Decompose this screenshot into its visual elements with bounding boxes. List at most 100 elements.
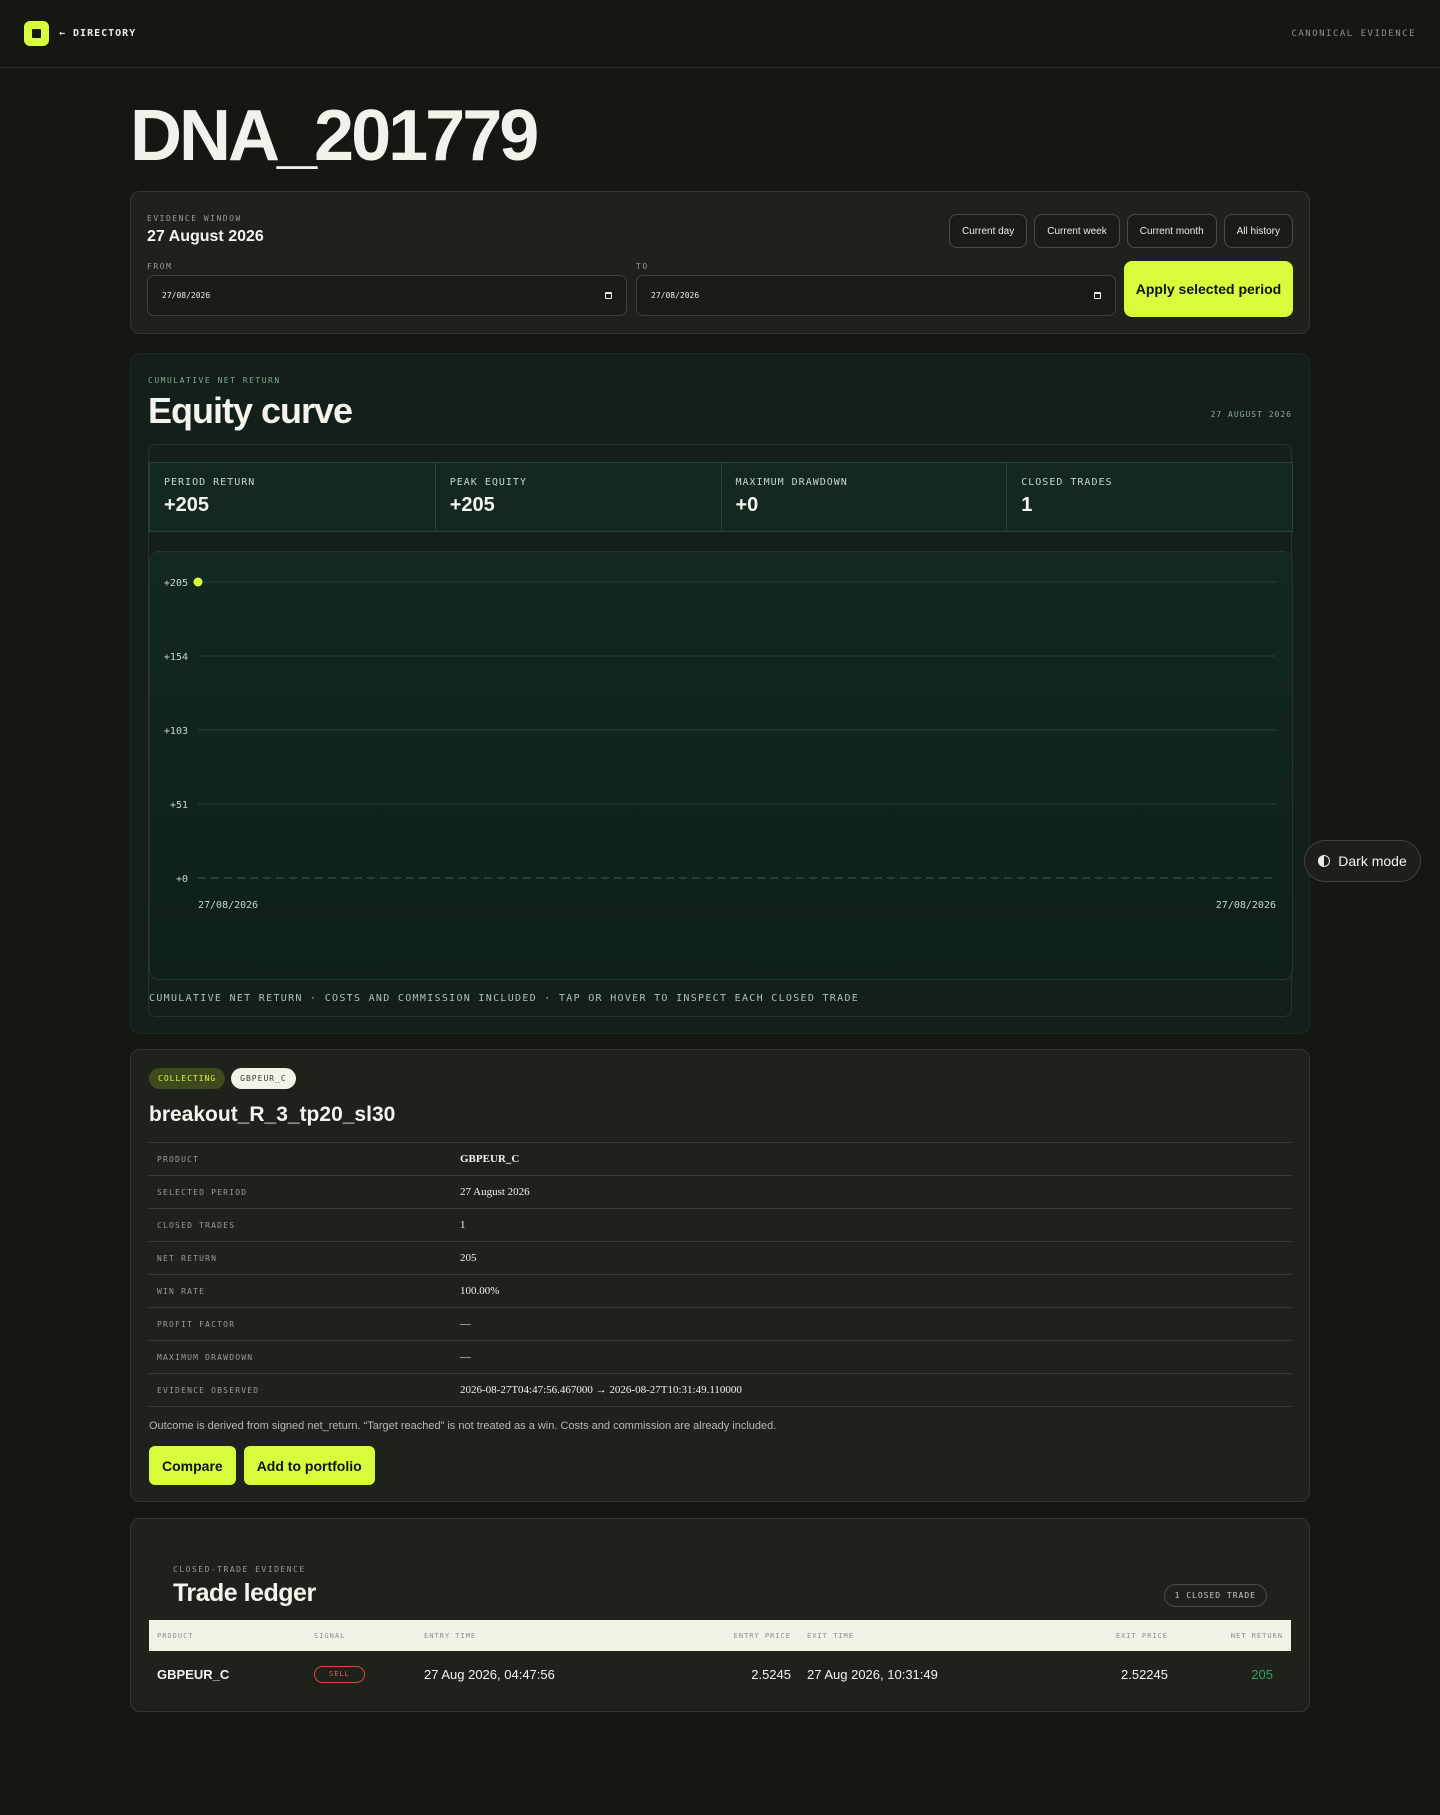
strategy-card: COLLECTING GBPEUR_C breakout_R_3_tp20_sl…: [130, 1049, 1310, 1502]
canonical-evidence-label: CANONICAL EVIDENCE: [1291, 28, 1416, 39]
compare-button[interactable]: Compare: [149, 1446, 236, 1485]
all-history-button[interactable]: All history: [1223, 214, 1293, 248]
stat-value: +205: [164, 494, 210, 516]
sell-badge: SELL: [314, 1665, 365, 1683]
logo-icon[interactable]: [24, 21, 49, 46]
detail-row-max-drawdown: MAXIMUM DRAWDOWN —: [149, 1341, 1291, 1374]
equity-date: 27 AUGUST 2026: [1210, 410, 1292, 419]
closed-trade-count-badge: 1 CLOSED TRADE: [1163, 1584, 1267, 1607]
detail-row-evidence-observed: EVIDENCE OBSERVED 2026-08-27T04:47:56.46…: [149, 1374, 1291, 1407]
header-entry-price: ENTRY PRICE: [733, 1631, 791, 1640]
stat-label: PEAK EQUITY: [449, 477, 527, 488]
trade-ledger-card: CLOSED-TRADE EVIDENCE Trade ledger 1 CLO…: [130, 1518, 1310, 1712]
detail-value: 100.00%: [460, 1285, 500, 1297]
to-date-value: 27/08/2026: [651, 291, 700, 300]
strategy-title: breakout_R_3_tp20_sl30: [149, 1103, 396, 1126]
evidence-window-date: 27 August 2026: [147, 228, 264, 245]
detail-key: PROFIT FACTOR: [157, 1319, 236, 1329]
stat-value: +205: [449, 494, 495, 516]
period-buttons: Current day Current week Current month A…: [949, 214, 1293, 248]
current-day-button[interactable]: Current day: [949, 214, 1028, 248]
header-net-return: NET RETURN: [1230, 1631, 1283, 1640]
header-exit-time: EXIT TIME: [807, 1631, 854, 1640]
detail-key: EVIDENCE OBSERVED: [157, 1385, 260, 1395]
ledger-title: Trade ledger: [173, 1579, 316, 1607]
ledger-kicker: CLOSED-TRADE EVIDENCE: [173, 1565, 306, 1574]
calendar-icon[interactable]: [605, 292, 612, 299]
equity-chart[interactable]: +205 +154 +103 +51 +0 27/08/2026 27/08/2026: [149, 551, 1293, 980]
to-label: TO: [636, 262, 649, 271]
table-row[interactable]: GBPEUR_C SELL 27 Aug 2026, 04:47:56 2.52…: [149, 1654, 1291, 1694]
equity-chart-svg[interactable]: +205 +154 +103 +51 +0 27/08/2026 27/08/2026: [150, 552, 1294, 981]
evidence-window-kicker: EVIDENCE WINDOW: [147, 214, 242, 223]
detail-value: 27 August 2026: [460, 1186, 530, 1198]
y-tick-label: +0: [176, 874, 188, 885]
detail-value: GBPEUR_C: [460, 1153, 520, 1165]
page-title: DNA_201779: [130, 96, 539, 176]
from-label: FROM: [147, 262, 173, 271]
equity-kicker: CUMULATIVE NET RETURN: [148, 376, 281, 385]
cell-exit-price: 2.52245: [1121, 1666, 1168, 1682]
brand: ← DIRECTORY: [24, 21, 136, 46]
detail-row-product: PRODUCT GBPEUR_C: [149, 1143, 1291, 1176]
y-tick-label: +51: [170, 800, 188, 811]
stat-closed-trades: CLOSED TRADES 1: [1007, 463, 1292, 531]
detail-row-win-rate: WIN RATE 100.00%: [149, 1275, 1291, 1308]
equity-point[interactable]: [193, 577, 203, 587]
to-date-input[interactable]: 27/08/2026: [636, 275, 1116, 316]
detail-value: —: [460, 1351, 471, 1363]
apply-period-button[interactable]: Apply selected period: [1124, 261, 1293, 317]
current-week-button[interactable]: Current week: [1034, 214, 1120, 248]
y-tick-label: +205: [164, 578, 188, 589]
equity-curve-card: CUMULATIVE NET RETURN Equity curve 27 AU…: [130, 353, 1310, 1034]
dark-mode-toggle[interactable]: Dark mode: [1304, 840, 1421, 882]
detail-value: 205: [460, 1252, 477, 1264]
strategy-details-table: PRODUCT GBPEUR_C SELECTED PERIOD 27 Augu…: [149, 1142, 1291, 1407]
detail-row-selected-period: SELECTED PERIOD 27 August 2026: [149, 1176, 1291, 1209]
detail-key: SELECTED PERIOD: [157, 1187, 248, 1197]
detail-row-net-return: NET RETURN 205: [149, 1242, 1291, 1275]
ledger-header-row: PRODUCT SIGNAL ENTRY TIME ENTRY PRICE EX…: [149, 1620, 1291, 1651]
status-badge: COLLECTING: [149, 1068, 226, 1089]
x-tick-label: 27/08/2026: [1216, 900, 1276, 911]
add-to-portfolio-button[interactable]: Add to portfolio: [243, 1446, 375, 1485]
stat-label: CLOSED TRADES: [1021, 477, 1113, 488]
y-tick-label: +103: [164, 726, 188, 737]
equity-footnote: CUMULATIVE NET RETURN · COSTS AND COMMIS…: [149, 993, 860, 1004]
cell-signal: SELL: [314, 1654, 365, 1694]
top-bar: ← DIRECTORY CANONICAL EVIDENCE: [0, 0, 1440, 68]
stat-label: PERIOD RETURN: [164, 477, 256, 488]
stat-value: 1: [1021, 494, 1033, 516]
detail-key: PRODUCT: [157, 1154, 200, 1164]
detail-value: —: [460, 1318, 471, 1330]
x-tick-label: 27/08/2026: [198, 900, 258, 911]
detail-key: NET RETURN: [157, 1253, 218, 1263]
detail-row-profit-factor: PROFIT FACTOR —: [149, 1308, 1291, 1341]
detail-key: WIN RATE: [157, 1286, 206, 1296]
current-month-button[interactable]: Current month: [1126, 214, 1217, 248]
cell-entry-price: 2.5245: [751, 1666, 791, 1682]
stats-row: PERIOD RETURN +205 PEAK EQUITY +205 MAXI…: [149, 462, 1293, 532]
detail-key: CLOSED TRADES: [157, 1220, 236, 1230]
back-to-directory-link[interactable]: ← DIRECTORY: [59, 28, 136, 39]
header-entry-time: ENTRY TIME: [424, 1631, 477, 1640]
y-tick-label: +154: [164, 652, 188, 663]
detail-row-closed-trades: CLOSED TRADES 1: [149, 1209, 1291, 1242]
outcome-note: Outcome is derived from signed net_retur…: [149, 1420, 777, 1432]
dark-mode-label: Dark mode: [1338, 853, 1407, 869]
cell-product: GBPEUR_C: [157, 1666, 230, 1682]
evidence-window-card: EVIDENCE WINDOW 27 August 2026 Current d…: [130, 191, 1310, 334]
stat-max-drawdown: MAXIMUM DRAWDOWN +0: [722, 463, 1008, 531]
equity-panel: PERIOD RETURN +205 PEAK EQUITY +205 MAXI…: [148, 444, 1293, 1017]
detail-value: 2026-08-27T04:47:56.467000 → 2026-08-27T…: [460, 1384, 742, 1396]
equity-title: Equity curve: [148, 390, 353, 431]
strategy-badges: COLLECTING GBPEUR_C: [149, 1068, 296, 1089]
calendar-icon[interactable]: [1094, 292, 1101, 299]
cell-net-return: 205: [1251, 1666, 1273, 1682]
strategy-actions: Compare Add to portfolio: [149, 1446, 375, 1485]
from-date-input[interactable]: 27/08/2026: [147, 275, 627, 316]
stat-peak-equity: PEAK EQUITY +205: [436, 463, 722, 531]
cell-entry-time: 27 Aug 2026, 04:47:56: [424, 1666, 555, 1682]
half-circle-icon: [1318, 855, 1331, 867]
detail-value: 1: [460, 1219, 466, 1231]
